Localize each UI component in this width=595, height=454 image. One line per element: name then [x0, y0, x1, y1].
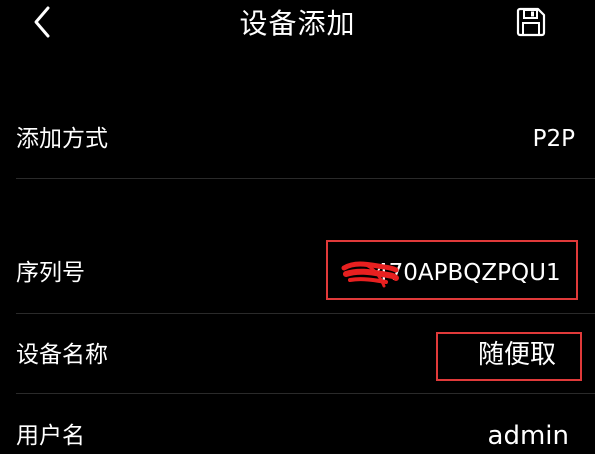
device-name-value[interactable]: 随便取 [478, 340, 556, 370]
page-title: 设备添加 [239, 7, 356, 40]
add-method-row[interactable]: 添加方式 P2P [0, 122, 595, 180]
add-method-value: P2P [532, 126, 575, 152]
divider [16, 313, 595, 314]
divider [16, 178, 595, 179]
username-label: 用户名 [16, 423, 85, 449]
save-button[interactable] [513, 6, 549, 42]
add-method-label: 添加方式 [16, 126, 108, 152]
device-name-label: 设备名称 [16, 342, 108, 368]
serial-label: 序列号 [16, 260, 85, 286]
username-value[interactable]: admin [488, 421, 569, 451]
serial-value[interactable]: 470APBQZPQU1 [374, 258, 561, 288]
divider [16, 393, 595, 394]
redaction-scribble [341, 261, 399, 288]
floppy-disk-icon [515, 6, 547, 42]
top-bar: 设备添加 [0, 0, 595, 50]
username-row[interactable]: 用户名 admin [0, 421, 595, 454]
